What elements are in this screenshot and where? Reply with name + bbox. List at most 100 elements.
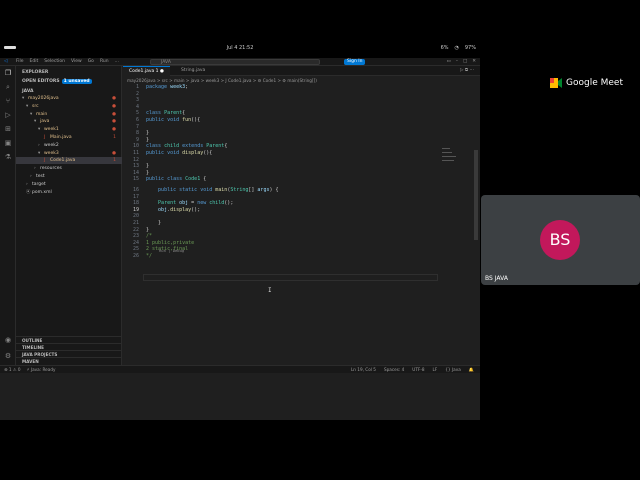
code-line[interactable]: obj.display(); xyxy=(146,207,200,213)
java-projects-panel[interactable]: JAVA PROJECTS xyxy=(16,350,122,357)
code-line[interactable]: public void fun(){ xyxy=(146,117,200,123)
os-clock[interactable]: Jul 4 21:52 xyxy=(0,45,480,51)
tree-item[interactable]: ▾ week3 ● xyxy=(16,150,122,157)
line-number: 4 xyxy=(135,103,139,110)
menu-view[interactable]: View xyxy=(71,59,82,64)
line-ending[interactable]: LF xyxy=(433,366,438,374)
menu-bar: File Edit Selection View Go Run ... xyxy=(16,59,119,64)
testing-icon[interactable]: ⚗ xyxy=(4,153,12,161)
menu-edit[interactable]: Edit xyxy=(30,59,39,64)
remote-icon[interactable]: ▣ xyxy=(4,139,12,147)
layout-icon[interactable]: ▭ xyxy=(446,59,450,64)
tree-item[interactable]: ▾ src ● xyxy=(16,103,122,110)
line-number: 13 xyxy=(132,163,139,170)
code-line[interactable]: class child extends Parent{ xyxy=(146,143,227,149)
editor-scrollbar[interactable] xyxy=(474,150,478,240)
breadcrumb[interactable]: may2026java > src > main > java > week3 … xyxy=(123,77,480,84)
tree-item[interactable]: J Main.java 1 xyxy=(16,134,122,141)
minimize-icon[interactable]: – xyxy=(456,59,458,64)
code-line[interactable]: public void display(){ xyxy=(146,150,212,156)
menu-selection[interactable]: Selection xyxy=(44,59,65,64)
code-line[interactable]: } xyxy=(146,220,161,226)
wifi-icon[interactable]: ◔ xyxy=(455,45,459,51)
minimap-line xyxy=(442,160,454,161)
search-icon[interactable]: ⌕ xyxy=(4,83,12,91)
tree-item[interactable]: ▾ may2026java ● xyxy=(16,95,122,102)
code-line[interactable]: class Parent{ xyxy=(146,110,185,116)
maven-panel[interactable]: MAVEN xyxy=(16,357,122,364)
open-editors-header[interactable]: OPEN EDITORS 1 unsaved xyxy=(22,79,92,84)
run-icon[interactable]: ▷ ⧉ ⋯ xyxy=(460,66,474,76)
menu-more[interactable]: ... xyxy=(115,59,119,64)
volume-indicator[interactable]: 6% xyxy=(441,45,449,51)
account-icon[interactable]: ◉ xyxy=(4,336,12,344)
tree-item-label: pom.xml xyxy=(32,189,52,195)
tree-item[interactable]: › test xyxy=(16,173,122,180)
tree-item[interactable]: ⦿ pom.xml xyxy=(16,189,122,196)
line-number: 19 xyxy=(132,206,139,213)
line-number: 17 xyxy=(132,193,139,200)
menu-go[interactable]: Go xyxy=(88,59,94,64)
code-line[interactable]: } xyxy=(146,130,149,136)
code-line[interactable]: } xyxy=(146,227,149,233)
indentation[interactable]: Spaces: 4 xyxy=(384,366,404,374)
chevron-icon: › xyxy=(38,142,40,148)
tab-code1-java[interactable]: Code1.java 1 ● xyxy=(123,66,170,76)
tree-item[interactable]: ▾ java ● xyxy=(16,118,122,125)
tree-item[interactable]: › week2 xyxy=(16,142,122,149)
outline-panel[interactable]: OUTLINE xyxy=(16,336,122,343)
tree-item-status: ● xyxy=(112,96,116,101)
explorer-icon[interactable]: ❐ xyxy=(4,69,12,77)
close-icon[interactable]: ✕ xyxy=(472,59,476,64)
timeline-panel[interactable]: TIMELINE xyxy=(16,343,122,350)
line-number: 20 xyxy=(132,213,139,220)
code-line[interactable]: } xyxy=(146,170,149,176)
tab-string-java[interactable]: String.java xyxy=(175,66,211,76)
java-status[interactable]: ⚡ Java: Ready xyxy=(27,366,56,374)
activity-bar: ❐ ⌕ ⑂ ▷ ⊞ ▣ ⚗ ◉ ⚙ xyxy=(0,66,16,370)
os-top-bar: Jul 4 21:52 6% ◔ 97% xyxy=(0,45,480,53)
line-number: 10 xyxy=(132,143,139,150)
chevron-icon: ▾ xyxy=(30,111,33,117)
command-search[interactable]: JAVA xyxy=(150,59,320,65)
code-line[interactable]: } xyxy=(146,163,149,169)
cursor-position[interactable]: Ln 19, Col 5 xyxy=(351,366,376,374)
tree-item[interactable]: J Code1.java 1 xyxy=(16,157,122,165)
sign-in-button[interactable]: Sign In xyxy=(344,59,366,65)
maximize-icon[interactable]: □ xyxy=(463,59,467,64)
line-number: 24 xyxy=(132,239,139,246)
screen: Jul 4 21:52 6% ◔ 97% ◁ File Edit Selecti… xyxy=(0,0,640,480)
notifications-bell-icon[interactable]: 🔔 xyxy=(469,366,474,374)
settings-gear-icon[interactable]: ⚙ xyxy=(4,352,12,360)
tree-item[interactable]: ▾ week1 ● xyxy=(16,126,122,133)
code-line[interactable]: 1 public,private xyxy=(146,240,194,246)
code-line[interactable]: } xyxy=(146,137,149,143)
codelens-run-debug[interactable]: Run | Debug xyxy=(159,248,184,253)
tree-item[interactable]: ▾ main ● xyxy=(16,111,122,118)
line-number: 12 xyxy=(132,156,139,163)
problems-indicator[interactable]: ⊗ 1 ⚠ 0 xyxy=(4,366,21,374)
tree-item[interactable]: › target xyxy=(16,181,122,188)
tree-item-label: week2 xyxy=(44,142,59,148)
menu-run[interactable]: Run xyxy=(100,59,109,64)
code-line[interactable]: Parent obj = new child(); xyxy=(146,200,233,206)
line-number: 7 xyxy=(135,123,139,130)
explorer-sidebar: EXPLORER OPEN EDITORS 1 unsaved JAVA ▾ may… xyxy=(16,66,122,370)
code-line[interactable]: package week3; xyxy=(146,84,188,90)
menu-file[interactable]: File xyxy=(16,59,24,64)
source-control-icon[interactable]: ⑂ xyxy=(4,97,12,105)
tree-item-status: ● xyxy=(112,103,116,109)
code-line[interactable]: /* xyxy=(146,233,152,239)
language-mode[interactable]: {} Java xyxy=(445,366,461,374)
code-line[interactable]: public class Code1 { xyxy=(146,176,206,182)
run-debug-icon[interactable]: ▷ xyxy=(4,111,12,119)
battery-indicator[interactable]: 97% xyxy=(465,45,476,51)
code-line[interactable]: */ xyxy=(146,253,152,259)
line-number: 16 xyxy=(132,187,139,193)
project-header[interactable]: JAVA xyxy=(22,89,34,94)
code-editor[interactable]: 1 package week3; 2 3 4 5 class Parent{6 public … xyxy=(123,84,438,362)
extensions-icon[interactable]: ⊞ xyxy=(4,125,12,133)
encoding[interactable]: UTF-8 xyxy=(412,366,424,374)
code-line[interactable]: public static void main(String[] args) { xyxy=(146,187,278,193)
tree-item[interactable]: › resources xyxy=(16,165,122,172)
